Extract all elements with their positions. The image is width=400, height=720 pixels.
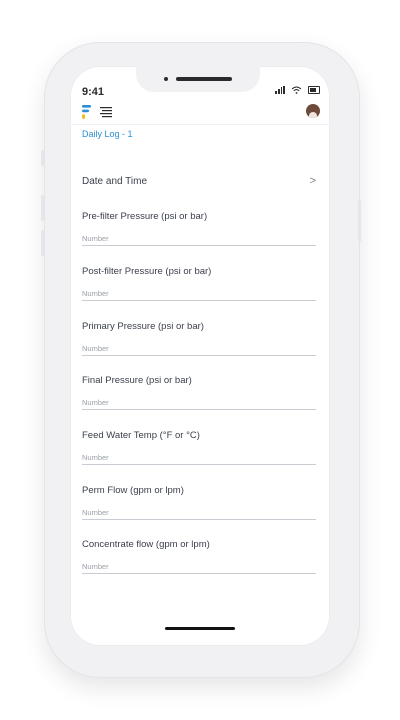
post-filter-pressure-input[interactable]: [82, 286, 316, 301]
concentrate-flow-field: Concentrate flow (gpm or lpm): [82, 539, 316, 574]
signal-icon: [275, 86, 285, 94]
battery-icon: [308, 86, 320, 94]
breadcrumb[interactable]: Daily Log - 1: [82, 129, 133, 139]
date-time-row[interactable]: Date and Time >: [82, 172, 316, 190]
final-pressure-input[interactable]: [82, 395, 316, 410]
wifi-icon: [291, 86, 302, 94]
home-indicator[interactable]: [165, 627, 235, 630]
status-icons: [275, 86, 320, 94]
brand-logo-icon: [82, 105, 91, 119]
primary-pressure-input[interactable]: [82, 341, 316, 356]
feed-water-temp-field: Feed Water Temp (°F or °C): [82, 430, 316, 465]
volume-up-button: [41, 195, 44, 221]
field-label: Feed Water Temp (°F or °C): [82, 430, 200, 441]
notch: [136, 66, 260, 92]
field-label: Concentrate flow (gpm or lpm): [82, 539, 210, 550]
feed-water-temp-input[interactable]: [82, 450, 316, 465]
app-toolbar: [82, 104, 320, 122]
post-filter-pressure-field: Post-filter Pressure (psi or bar): [82, 266, 316, 301]
side-button: [41, 150, 44, 166]
power-button: [358, 200, 361, 242]
avatar[interactable]: [306, 104, 320, 118]
pre-filter-pressure-field: Pre-filter Pressure (psi or bar): [82, 211, 316, 246]
final-pressure-field: Final Pressure (psi or bar): [82, 375, 316, 410]
primary-pressure-field: Primary Pressure (psi or bar): [82, 321, 316, 356]
phone-screen: 9:41 Daily Log - 1 Date and Time > Pre-f…: [70, 66, 330, 646]
perm-flow-input[interactable]: [82, 505, 316, 520]
pre-filter-pressure-input[interactable]: [82, 231, 316, 246]
volume-down-button: [41, 230, 44, 256]
field-label: Pre-filter Pressure (psi or bar): [82, 211, 208, 222]
field-label: Final Pressure (psi or bar): [82, 375, 192, 386]
field-label: Perm Flow (gpm or lpm): [82, 485, 184, 496]
status-time: 9:41: [82, 86, 105, 98]
field-label: Primary Pressure (psi or bar): [82, 321, 204, 332]
camera-dot: [164, 77, 168, 81]
concentrate-flow-input[interactable]: [82, 559, 316, 574]
date-time-label: Date and Time: [82, 175, 148, 187]
perm-flow-field: Perm Flow (gpm or lpm): [82, 485, 316, 520]
toolbar-divider: [70, 124, 330, 125]
chevron-right-icon: >: [309, 175, 316, 187]
speaker-bar: [176, 77, 232, 81]
field-label: Post-filter Pressure (psi or bar): [82, 266, 212, 277]
menu-icon[interactable]: [100, 106, 112, 118]
